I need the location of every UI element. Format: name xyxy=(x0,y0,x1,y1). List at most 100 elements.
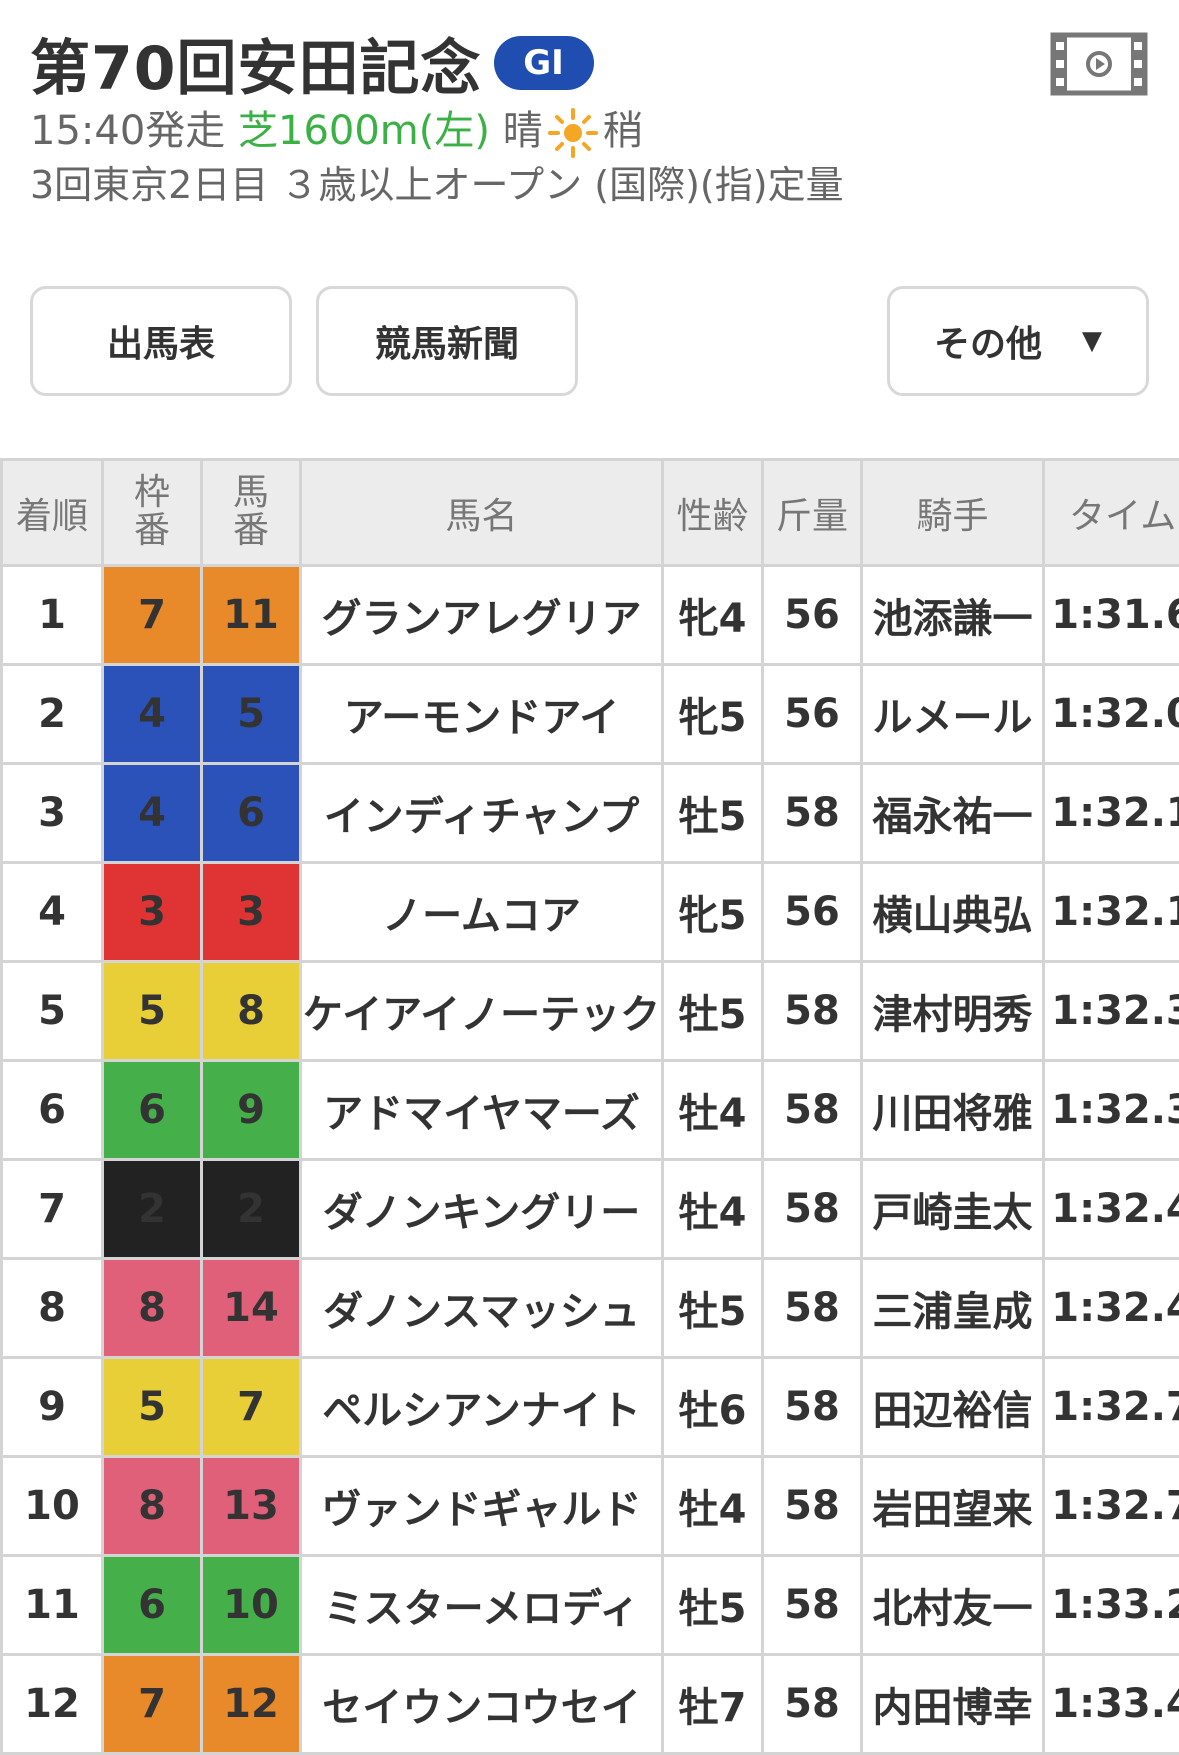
jockey-link[interactable]: 津村明秀 xyxy=(862,962,1044,1061)
weight-cell: 56 xyxy=(763,665,862,764)
frame-number-cell: 7 xyxy=(103,566,202,665)
shinbun-button-label: 競馬新聞 xyxy=(375,315,519,367)
table-row[interactable]: 1711グランアレグリア牝456池添謙一1:31.6 xyxy=(2,566,1179,665)
table-row[interactable]: 433ノームコア牝556横山典弘1:32.1 xyxy=(2,863,1179,962)
sex-age-cell: 牡4 xyxy=(663,1457,763,1556)
horse-number-cell: 6 xyxy=(202,764,301,863)
sex-age-cell: 牡5 xyxy=(663,764,763,863)
weather: 晴 xyxy=(503,108,543,154)
rank-cell: 10 xyxy=(2,1457,103,1556)
header-horse-num-label: 馬番 xyxy=(233,474,269,550)
header-time: タイム xyxy=(1044,460,1179,566)
frame-number-cell: 7 xyxy=(103,1655,202,1754)
jockey-link[interactable]: 福永祐一 xyxy=(862,764,1044,863)
table-row[interactable]: 8814ダノンスマッシュ牡558三浦皇成1:32.4 xyxy=(2,1259,1179,1358)
sun-icon xyxy=(547,107,599,159)
jockey-link[interactable]: 戸崎圭太 xyxy=(862,1160,1044,1259)
frame-number-cell: 5 xyxy=(103,962,202,1061)
horse-name-link[interactable]: ダノンスマッシュ xyxy=(301,1259,663,1358)
header-sex-age: 性齢 xyxy=(663,460,763,566)
horse-number-cell: 14 xyxy=(202,1259,301,1358)
rank-cell: 6 xyxy=(2,1061,103,1160)
weight-cell: 58 xyxy=(763,1160,862,1259)
conditions: ３歳以上オープン xyxy=(280,163,582,207)
weight-cell: 58 xyxy=(763,1358,862,1457)
weight-cell: 58 xyxy=(763,1556,862,1655)
table-row[interactable]: 722ダノンキングリー牡458戸崎圭太1:32.4 xyxy=(2,1160,1179,1259)
jockey-link[interactable]: 田辺裕信 xyxy=(862,1358,1044,1457)
horse-name-link[interactable]: アドマイヤマーズ xyxy=(301,1061,663,1160)
horse-name-link[interactable]: ダノンキングリー xyxy=(301,1160,663,1259)
rank-cell: 12 xyxy=(2,1655,103,1754)
horse-name-link[interactable]: グランアレグリア xyxy=(301,566,663,665)
rank-cell: 2 xyxy=(2,665,103,764)
weight-cell: 58 xyxy=(763,1457,862,1556)
time-cell: 1:32.1 xyxy=(1044,764,1179,863)
time-cell: 1:32.3 xyxy=(1044,962,1179,1061)
time-cell: 1:32.4 xyxy=(1044,1259,1179,1358)
race-info-row: 15:40発走 芝1600m(左) 晴稍 xyxy=(30,104,1150,158)
horse-name-link[interactable]: ノームコア xyxy=(301,863,663,962)
sex-age-cell: 牝4 xyxy=(663,566,763,665)
rank-cell: 1 xyxy=(2,566,103,665)
time-cell: 1:32.4 xyxy=(1044,1160,1179,1259)
table-row[interactable]: 11610ミスターメロディ牡558北村友一1:33.2 xyxy=(2,1556,1179,1655)
table-row[interactable]: 957ペルシアンナイト牡658田辺裕信1:32.7 xyxy=(2,1358,1179,1457)
table-row[interactable]: 245アーモンドアイ牝556ルメール1:32.0 xyxy=(2,665,1179,764)
horse-name-link[interactable]: ヴァンドギャルド xyxy=(301,1457,663,1556)
meeting: 3回東京2日目 xyxy=(30,163,268,207)
jockey-link[interactable]: 三浦皇成 xyxy=(862,1259,1044,1358)
header-frame-label: 枠番 xyxy=(134,474,170,550)
horse-number-cell: 9 xyxy=(202,1061,301,1160)
title-row: 第70回安田記念 GI xyxy=(30,22,1150,104)
other-dropdown-button[interactable]: その他 ▼ xyxy=(887,286,1149,396)
shinbun-button[interactable]: 競馬新聞 xyxy=(316,286,578,396)
video-icon[interactable] xyxy=(1050,32,1148,96)
rank-cell: 7 xyxy=(2,1160,103,1259)
table-row[interactable]: 12712セイウンコウセイ牡758内田博幸1:33.4 xyxy=(2,1655,1179,1754)
jockey-link[interactable]: 川田将雅 xyxy=(862,1061,1044,1160)
horse-name-link[interactable]: ミスターメロディ xyxy=(301,1556,663,1655)
time-cell: 1:32.0 xyxy=(1044,665,1179,764)
jockey-link[interactable]: 池添謙一 xyxy=(862,566,1044,665)
table-row[interactable]: 10813ヴァンドギャルド牡458岩田望来1:32.7 xyxy=(2,1457,1179,1556)
course-info: 芝1600m(左) xyxy=(238,108,490,154)
sex-age-cell: 牡5 xyxy=(663,962,763,1061)
horse-name-link[interactable]: アーモンドアイ xyxy=(301,665,663,764)
horse-name-link[interactable]: インディチャンプ xyxy=(301,764,663,863)
weight-cell: 56 xyxy=(763,863,862,962)
horse-number-cell: 10 xyxy=(202,1556,301,1655)
frame-number-cell: 2 xyxy=(103,1160,202,1259)
time-cell: 1:32.7 xyxy=(1044,1457,1179,1556)
horse-name-link[interactable]: ペルシアンナイト xyxy=(301,1358,663,1457)
rank-cell: 4 xyxy=(2,863,103,962)
header-rank: 着順 xyxy=(2,460,103,566)
table-row[interactable]: 558ケイアイノーテック牡558津村明秀1:32.3 xyxy=(2,962,1179,1061)
table-row[interactable]: 669アドマイヤマーズ牡458川田将雅1:32.3 xyxy=(2,1061,1179,1160)
jockey-link[interactable]: 北村友一 xyxy=(862,1556,1044,1655)
time-cell: 1:31.6 xyxy=(1044,566,1179,665)
frame-number-cell: 3 xyxy=(103,863,202,962)
table-row[interactable]: 346インディチャンプ牡558福永祐一1:32.1 xyxy=(2,764,1179,863)
weight-cell: 58 xyxy=(763,764,862,863)
weight-cell: 58 xyxy=(763,1259,862,1358)
frame-number-cell: 8 xyxy=(103,1457,202,1556)
shutuba-button[interactable]: 出馬表 xyxy=(30,286,292,396)
race-title: 第70回安田記念 xyxy=(30,20,482,107)
jockey-link[interactable]: 内田博幸 xyxy=(862,1655,1044,1754)
horse-name-link[interactable]: ケイアイノーテック xyxy=(301,962,663,1061)
jockey-link[interactable]: ルメール xyxy=(862,665,1044,764)
sex-age-cell: 牝5 xyxy=(663,665,763,764)
jockey-link[interactable]: 岩田望来 xyxy=(862,1457,1044,1556)
rank-cell: 8 xyxy=(2,1259,103,1358)
header-weight: 斤量 xyxy=(763,460,862,566)
time-cell: 1:32.1 xyxy=(1044,863,1179,962)
time-cell: 1:32.3 xyxy=(1044,1061,1179,1160)
rank-cell: 5 xyxy=(2,962,103,1061)
race-conditions-row: 3回東京2日目 ３歳以上オープン (国際)(指)定量 xyxy=(30,158,1150,212)
horse-number-cell: 7 xyxy=(202,1358,301,1457)
jockey-link[interactable]: 横山典弘 xyxy=(862,863,1044,962)
horse-number-cell: 5 xyxy=(202,665,301,764)
horse-name-link[interactable]: セイウンコウセイ xyxy=(301,1655,663,1754)
chevron-down-icon: ▼ xyxy=(1082,326,1102,356)
